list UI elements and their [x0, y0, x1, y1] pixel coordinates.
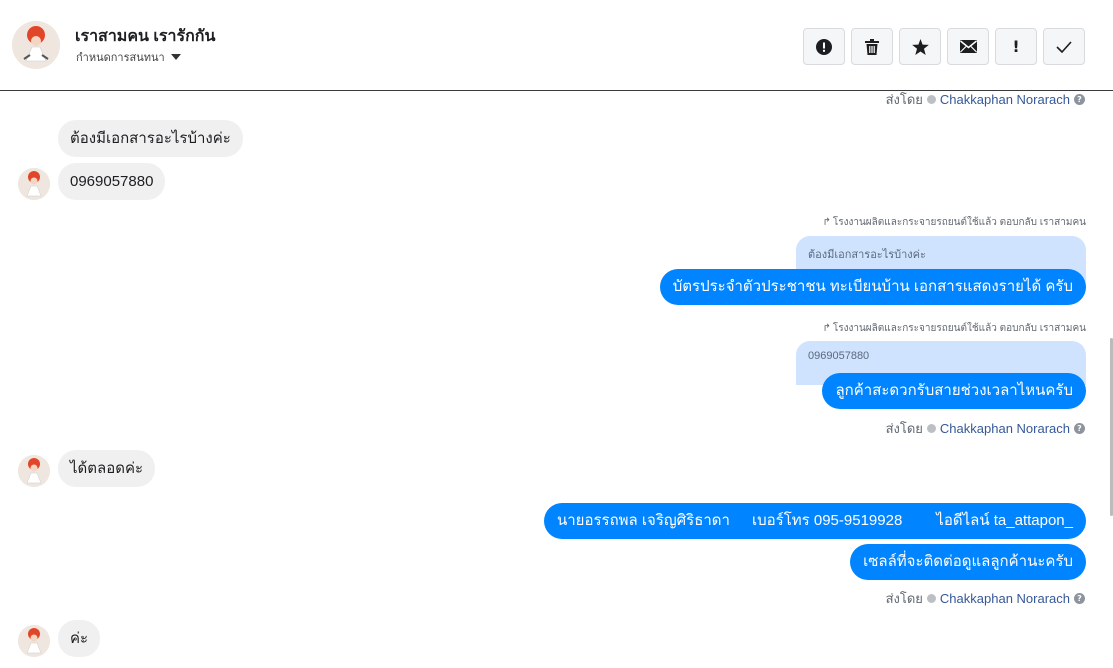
incoming-message[interactable]: ต้องมีเอกสารอะไรบ้างค่ะ	[58, 120, 243, 157]
mark-unread-button[interactable]	[947, 28, 989, 65]
envelope-icon	[959, 40, 977, 53]
star-icon	[911, 38, 929, 55]
conversation-toolbar: !	[803, 28, 1085, 65]
exclamation-icon: !	[1012, 37, 1020, 56]
priority-button[interactable]: !	[995, 28, 1037, 65]
conversation-title: เราสามคน เรารักกัน	[75, 28, 216, 45]
incoming-message[interactable]: 0969057880	[58, 163, 166, 200]
agent-status-icon	[926, 95, 936, 104]
outgoing-message[interactable]: นายอรรถพล เจริญศิริธาดา เบอร์โทร 095-9519…	[543, 503, 1086, 539]
message-thread[interactable]: ส่งโดย Chakkaphan Norarach ? ต้องมีเอกสา…	[0, 91, 1113, 668]
contact-line-id-text: ไอดีไลน์ ta_attapon_	[936, 512, 1073, 529]
outgoing-message[interactable]: ลูกค้าสะดวกรับสายช่วงเวลาไหนครับ	[822, 373, 1086, 409]
outgoing-message[interactable]: บัตรประจำตัวประชาชน ทะเบียนบ้าน เอกสารแส…	[659, 269, 1086, 305]
sent-by-line: ส่งโดย Chakkaphan Norarach ?	[886, 418, 1085, 439]
conversation-settings-dropdown[interactable]: กำหนดการสนทนา	[76, 48, 181, 66]
contact-name-text: นายอรรถพล เจริญศิริธาดา	[556, 512, 730, 529]
contact-avatar-small[interactable]	[18, 168, 50, 200]
agent-status-icon	[926, 424, 936, 433]
report-button[interactable]	[803, 28, 845, 65]
reply-context: ↱ โรงงานผลิตและกระจายรถยนต์ใช้แล้ว ตอบกล…	[822, 217, 1086, 228]
caret-down-icon	[170, 54, 181, 60]
reply-arrow-icon: ↱	[822, 323, 831, 334]
star-button[interactable]	[899, 28, 941, 65]
trash-icon	[865, 38, 879, 55]
sent-by-line: ส่งโดย Chakkaphan Norarach ?	[886, 588, 1085, 609]
check-icon	[1056, 40, 1072, 53]
delete-button[interactable]	[851, 28, 893, 65]
help-icon[interactable]: ?	[1074, 423, 1085, 434]
outgoing-message[interactable]: เซลล์ที่จะติดต่อดูแลลูกค้านะครับ	[850, 544, 1086, 580]
contact-avatar-small[interactable]	[18, 625, 50, 657]
help-icon[interactable]: ?	[1074, 593, 1085, 604]
contact-phone-text: เบอร์โทร 095-9519928	[751, 512, 903, 529]
agent-name-link[interactable]: Chakkaphan Norarach	[940, 421, 1070, 436]
help-icon[interactable]: ?	[1074, 94, 1085, 105]
contact-avatar-small[interactable]	[18, 455, 50, 487]
sent-by-line: ส่งโดย Chakkaphan Norarach ?	[886, 91, 1085, 110]
mark-done-button[interactable]	[1043, 28, 1085, 65]
incoming-message[interactable]: ได้ตลอดค่ะ	[58, 450, 156, 487]
reply-context: ↱ โรงงานผลิตและกระจายรถยนต์ใช้แล้ว ตอบกล…	[822, 323, 1086, 334]
incoming-message[interactable]: ค่ะ	[58, 620, 101, 657]
alert-circle-icon	[816, 38, 832, 55]
agent-status-icon	[926, 594, 936, 603]
conversation-settings-label: กำหนดการสนทนา	[76, 52, 165, 64]
agent-name-link[interactable]: Chakkaphan Norarach	[940, 591, 1070, 606]
reply-arrow-icon: ↱	[822, 217, 831, 228]
conversation-header: เราสามคน เรารักกัน กำหนดการสนทนา !	[0, 0, 1113, 91]
contact-avatar[interactable]	[12, 21, 60, 69]
agent-name-link[interactable]: Chakkaphan Norarach	[940, 92, 1070, 107]
